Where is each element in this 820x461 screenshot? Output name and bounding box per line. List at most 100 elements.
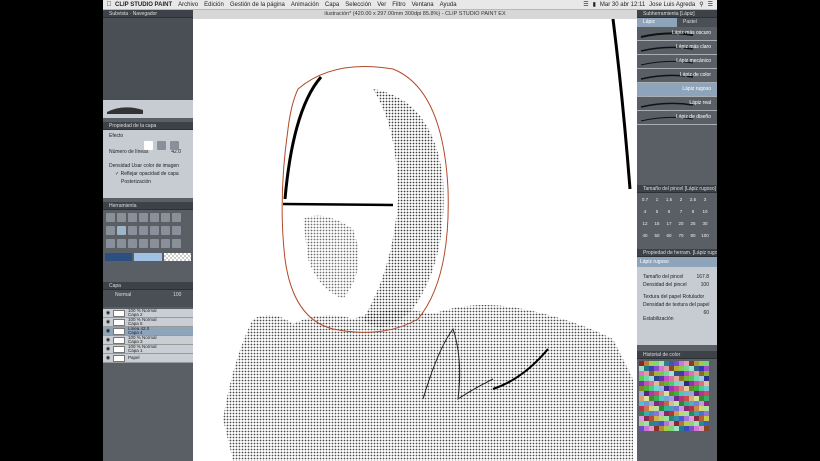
eyedropper-tool-icon[interactable] [150,213,159,222]
eye-icon[interactable]: ◉ [103,310,113,316]
zoom-tool-icon[interactable] [106,213,115,222]
menu-ver[interactable]: Ver [377,2,386,8]
lasso-tool-icon[interactable] [139,213,148,222]
object-tool-icon[interactable] [161,239,170,248]
menu-edicion[interactable]: Edición [204,2,224,8]
brush-size-row[interactable]: Tamaño del pincel 167.8 [637,273,717,281]
brush-density-row[interactable]: Densidad del pincel 100 [637,281,717,289]
brush-size-option[interactable]: 17 [663,221,675,233]
brush-item[interactable]: Lápiz de diseño [637,111,717,125]
brush-size-option[interactable]: 1.5 [663,197,675,209]
sub-color-swatch[interactable] [134,253,162,261]
frame-tool-icon[interactable] [106,239,115,248]
navigator-strip[interactable] [103,100,193,118]
eye-icon[interactable]: ◉ [103,328,113,334]
texture-density-value[interactable]: 60 [703,309,709,317]
fill-tool-icon[interactable] [150,226,159,235]
brush-size-option[interactable]: 80 [687,233,699,245]
figure-tool-icon[interactable] [172,226,181,235]
paper-texture-value[interactable]: Rotulador [682,294,704,300]
hand-tool-icon[interactable] [172,239,181,248]
pen-tool-icon[interactable] [161,213,170,222]
brush-size-option[interactable]: 60 [663,233,675,245]
effect-border-icon[interactable] [170,141,179,150]
eraser-tool-icon[interactable] [128,226,137,235]
reflect-opacity-row[interactable]: ✓ Reflejar opacidad de capa [103,170,193,178]
subview-area[interactable] [103,18,193,100]
brush-size-option[interactable]: 10 [699,209,711,221]
brush-item[interactable]: Lápiz más claro [637,41,717,55]
paper-texture-row[interactable]: Textura del papel Rotulador [637,293,717,301]
subview-tab[interactable]: Subvista · Navegador [103,10,193,18]
opacity-value[interactable]: 100 [173,292,181,298]
user-name[interactable]: Jose Luis Agreda [649,2,695,8]
brush-size-option[interactable]: 0.7 [639,197,651,209]
brush-item[interactable]: Lápiz real [637,97,717,111]
brush-size-option[interactable]: 40 [639,233,651,245]
menu-filtro[interactable]: Filtro [392,2,405,8]
brush-size-option[interactable]: 70 [675,233,687,245]
canvas[interactable] [193,19,637,461]
blend-mode-select[interactable]: Normal [115,292,131,298]
brush-tool-icon[interactable] [106,226,115,235]
select-tool-icon[interactable] [128,213,137,222]
ruler-tool-icon[interactable] [117,239,126,248]
brush-size-option[interactable]: 5 [651,209,663,221]
search-icon[interactable]: ⚲ [699,1,703,8]
tab-pastel[interactable]: Pastel [677,18,717,27]
app-menu[interactable]: CLIP STUDIO PAINT [115,2,172,8]
brush-size-option[interactable]: 6 [663,209,675,221]
eye-icon[interactable]: ◉ [103,355,113,361]
brush-size-option[interactable]: 25 [687,221,699,233]
brush-size-option[interactable]: 20 [675,221,687,233]
eye-icon[interactable]: ◉ [103,337,113,343]
brush-item[interactable]: Lápiz más oscuro [637,27,717,41]
eye-icon[interactable]: ◉ [103,346,113,352]
brush-size-option[interactable]: 2 [675,197,687,209]
brush-size-option[interactable]: 2.5 [687,197,699,209]
layer-row[interactable]: ◉ 100 % Normal Capa 1 [103,344,193,354]
gradient-tool-icon[interactable] [161,226,170,235]
brush-size-option[interactable]: 3 [699,197,711,209]
battery-icon[interactable]: ▮ [593,1,596,8]
brush-item[interactable]: Lápiz de color [637,69,717,83]
menu-ayuda[interactable]: Ayuda [440,2,457,8]
menu-icon[interactable]: ☰ [708,1,713,8]
brush-item[interactable]: Lápiz mecánico [637,55,717,69]
brush-size-value[interactable]: 167.8 [696,273,709,281]
brush-size-option[interactable]: 100 [699,233,711,245]
effect-color-icon[interactable] [157,141,166,150]
brush-size-option[interactable]: 4 [639,209,651,221]
text-tool-icon[interactable] [128,239,137,248]
eye-icon[interactable]: ◉ [103,319,113,325]
brush-size-option[interactable]: 30 [699,221,711,233]
use-color-label[interactable]: Usar color de imagen [132,163,180,169]
brush-size-option[interactable]: 8 [687,209,699,221]
texture-density-row[interactable]: Densidad de textura del papel 60 [637,301,717,316]
balloon-tool-icon[interactable] [139,239,148,248]
layer-row-paper[interactable]: ◉ Papel [103,354,193,363]
brush-size-option[interactable]: 7 [675,209,687,221]
brush-density-value[interactable]: 100 [701,281,709,289]
menu-gestion-pagina[interactable]: Gestión de la página [230,2,285,8]
correct-line-tool-icon[interactable] [150,239,159,248]
clock[interactable]: Mar 30 abr 12:11 [600,2,645,8]
brush-size-option[interactable]: 1 [651,197,663,209]
airbrush-tool-icon[interactable] [117,226,126,235]
color-swatch[interactable] [704,426,709,431]
menu-ventana[interactable]: Ventana [412,2,434,8]
menu-seleccion[interactable]: Selección [345,2,371,8]
brush-size-option[interactable]: 50 [651,233,663,245]
transparent-swatch[interactable] [163,253,191,261]
blend-tool-icon[interactable] [139,226,148,235]
main-color-swatch[interactable] [105,253,133,261]
brush-size-option[interactable]: 15 [651,221,663,233]
move-tool-icon[interactable] [117,213,126,222]
menu-archivo[interactable]: Archivo [178,2,198,8]
pencil-tool-icon[interactable] [172,213,181,222]
menu-animacion[interactable]: Animación [291,2,319,8]
check-icon[interactable]: ✓ [115,171,119,177]
tab-lapiz[interactable]: Lápiz [637,18,677,27]
brush-item-selected[interactable]: Lápiz rugoso [637,83,717,97]
posterization-row[interactable]: Posterización [103,178,193,186]
